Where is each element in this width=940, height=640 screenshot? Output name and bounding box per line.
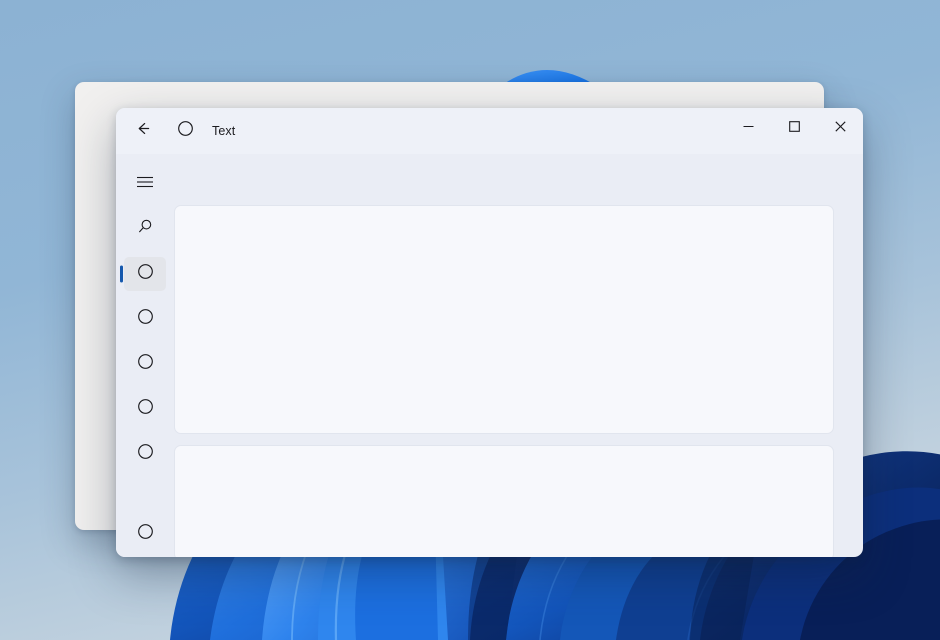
circle-placeholder-icon — [177, 120, 194, 142]
sidebar-item-1[interactable] — [124, 302, 166, 336]
minimize-button[interactable] — [725, 108, 771, 148]
desktop: Text — [0, 0, 940, 640]
sidebar-item-2[interactable] — [124, 347, 166, 381]
app-icon — [170, 115, 200, 147]
back-arrow-icon — [135, 120, 152, 142]
app-window: Text — [116, 108, 863, 557]
maximize-button[interactable] — [771, 108, 817, 148]
sidebar-bottom-item[interactable] — [124, 517, 166, 551]
title-bar-left-group: Text — [116, 108, 235, 154]
sidebar-item-3[interactable] — [124, 392, 166, 426]
circle-placeholder-icon — [137, 308, 154, 330]
content-card-0[interactable] — [174, 205, 834, 434]
window-title: Text — [212, 124, 236, 138]
hamburger-menu-icon — [136, 175, 154, 194]
sidebar-item-4[interactable] — [124, 437, 166, 471]
circle-placeholder-icon — [137, 263, 154, 285]
window-body — [116, 154, 863, 557]
close-icon — [834, 119, 846, 137]
content-area — [174, 154, 863, 557]
circle-placeholder-icon — [137, 443, 154, 465]
maximize-icon — [788, 119, 800, 137]
circle-placeholder-icon — [137, 398, 154, 420]
back-button[interactable] — [126, 115, 160, 147]
sidebar-hamburger-menu-button[interactable] — [124, 167, 166, 201]
content-card-1[interactable] — [174, 445, 834, 557]
title-bar: Text — [116, 108, 863, 154]
sidebar-navigation — [116, 154, 174, 557]
close-button[interactable] — [817, 108, 863, 148]
search-icon — [137, 218, 154, 240]
minimize-icon — [743, 119, 754, 137]
circle-placeholder-icon — [137, 353, 154, 375]
caption-buttons — [725, 108, 863, 148]
sidebar-search-button[interactable] — [124, 212, 166, 246]
sidebar-item-0[interactable] — [124, 257, 166, 291]
circle-placeholder-icon — [137, 523, 154, 545]
